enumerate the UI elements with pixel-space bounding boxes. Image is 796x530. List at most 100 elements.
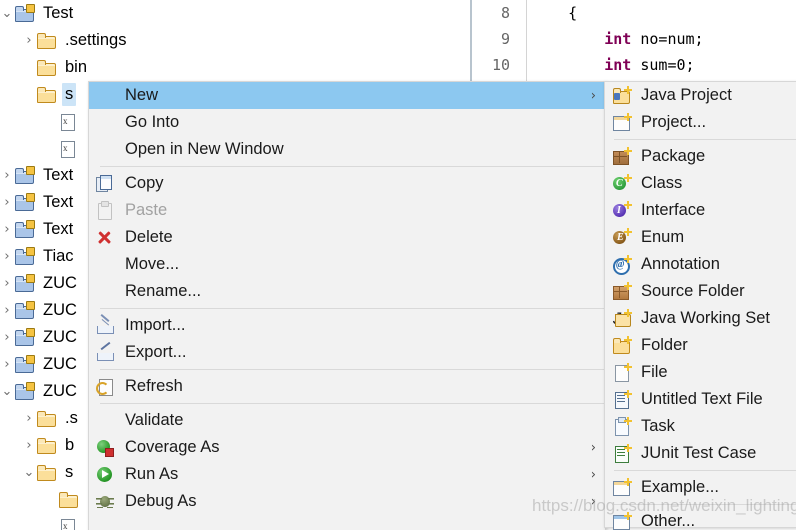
menu-item-label: Example... <box>637 478 719 497</box>
menu-item-java-working-set[interactable]: J Java Working Set <box>605 305 796 332</box>
menu-item-icon-slot <box>607 282 637 302</box>
menu-item-icon-slot <box>91 411 121 431</box>
paste-icon <box>96 202 114 219</box>
menu-item-class[interactable]: CClass <box>605 170 796 197</box>
chevron-right-icon[interactable]: › <box>0 223 14 236</box>
chevron-right-icon[interactable]: › <box>0 304 14 317</box>
refresh-icon <box>96 378 114 395</box>
chevron-right-icon[interactable]: › <box>0 169 14 182</box>
menu-item-task[interactable]: Task <box>605 413 796 440</box>
new-submenu[interactable]: Java Project Project... PackageCClassIInte… <box>604 81 796 528</box>
menu-item-copy[interactable]: Copy <box>89 170 605 197</box>
menu-item-label: Java Working Set <box>637 309 770 328</box>
menu-item-rename[interactable]: Rename... <box>89 278 605 305</box>
menu-item-delete[interactable]: Delete <box>89 224 605 251</box>
chevron-right-icon[interactable]: › <box>0 277 14 290</box>
twisty-spacer <box>44 142 58 155</box>
menu-item-validate[interactable]: Validate <box>89 407 605 434</box>
tree-item-settings[interactable]: ›.settings <box>22 27 470 54</box>
menu-item-java-project[interactable]: Java Project <box>605 82 796 109</box>
menu-item-untitled-text-file[interactable]: Untitled Text File <box>605 386 796 413</box>
menu-item-refresh[interactable]: Refresh <box>89 373 605 400</box>
new-untitled-text-file-icon <box>613 391 631 408</box>
submenu-arrow-icon: › <box>591 440 596 455</box>
menu-item-label: Validate <box>121 411 183 430</box>
chevron-down-icon[interactable]: ⌄ <box>0 385 14 398</box>
twisty-spacer <box>44 493 58 506</box>
folder-icon <box>58 491 80 509</box>
menu-item-folder[interactable]: Folder <box>605 332 796 359</box>
menu-item-coverage-as[interactable]: Coverage As› <box>89 434 605 461</box>
menu-item-icon-slot <box>607 336 637 356</box>
project-folder-icon <box>14 329 36 347</box>
project-explorer-context-menu[interactable]: New›Go IntoOpen in New WindowCopyPasteDe… <box>88 81 606 530</box>
chevron-right-icon[interactable]: › <box>0 196 14 209</box>
new-task-icon <box>613 418 631 435</box>
chevron-right-icon[interactable]: › <box>0 358 14 371</box>
menu-item-package[interactable]: Package <box>605 143 796 170</box>
folder-icon <box>36 437 58 455</box>
menu-item-icon-slot <box>91 465 121 485</box>
menu-item-open-in-new-window[interactable]: Open in New Window <box>89 136 605 163</box>
menu-item-icon-slot <box>607 363 637 383</box>
menu-item-file[interactable]: File <box>605 359 796 386</box>
project-folder-icon <box>14 194 36 212</box>
menu-item-debug-as[interactable]: Debug As› <box>89 488 605 515</box>
menu-item-label: New <box>121 86 158 105</box>
menu-item-icon-slot <box>91 377 121 397</box>
menu-item-run-as[interactable]: Run As› <box>89 461 605 488</box>
chevron-down-icon[interactable]: ⌄ <box>0 7 14 20</box>
menu-item-icon-slot: I <box>607 201 637 221</box>
menu-item-label: Java Project <box>637 86 732 105</box>
menu-item-label: Class <box>637 174 682 193</box>
eclipse-ide-screenshot: 8 {9 int no=num;10 int sum=0;11 while(no… <box>0 0 796 530</box>
menu-item-icon-slot <box>91 140 121 160</box>
menu-item-label: Enum <box>637 228 684 247</box>
menu-item-new[interactable]: New› <box>89 82 605 109</box>
editor-line: 8 { <box>470 0 796 26</box>
run-icon <box>96 466 114 483</box>
submenu-arrow-icon: › <box>591 467 596 482</box>
menu-item-annotation[interactable]: @Annotation <box>605 251 796 278</box>
chevron-down-icon[interactable]: ⌄ <box>22 466 36 479</box>
project-folder-icon <box>14 5 36 23</box>
folder-icon <box>36 86 58 104</box>
tree-item-label: Text <box>40 164 76 187</box>
editor-line-number: 9 <box>470 30 518 48</box>
menu-item-enum[interactable]: E Enum <box>605 224 796 251</box>
folder-icon <box>36 32 58 50</box>
chevron-right-icon[interactable]: › <box>22 412 36 425</box>
menu-item-label: Refresh <box>121 377 183 396</box>
chevron-right-icon[interactable]: › <box>22 439 36 452</box>
menu-item-go-into[interactable]: Go Into <box>89 109 605 136</box>
menu-item-export[interactable]: Export... <box>89 339 605 366</box>
menu-item-import[interactable]: Import... <box>89 312 605 339</box>
chevron-right-icon[interactable]: › <box>0 250 14 263</box>
menu-item-label: Source Folder <box>637 282 745 301</box>
tree-item-test[interactable]: ⌄Test <box>0 0 470 27</box>
tree-item-label: Text <box>40 218 76 241</box>
menu-item-interface[interactable]: IInterface <box>605 197 796 224</box>
menu-item-example[interactable]: Example... <box>605 474 796 501</box>
editor-line: 10 int sum=0; <box>470 52 796 78</box>
menu-item-label: Folder <box>637 336 688 355</box>
project-folder-icon <box>14 302 36 320</box>
menu-item-icon-slot <box>91 343 121 363</box>
chevron-right-icon[interactable]: › <box>0 331 14 344</box>
folder-icon <box>36 464 58 482</box>
editor-code-text: int sum=0; <box>518 56 695 74</box>
export-icon <box>96 344 114 361</box>
menu-item-source-folder[interactable]: Source Folder <box>605 278 796 305</box>
menu-item-junit-test-case[interactable]: JUnit Test Case <box>605 440 796 467</box>
new-enum-icon: E <box>613 229 631 246</box>
tree-item-bin[interactable]: bin <box>22 54 470 81</box>
menu-item-move[interactable]: Move... <box>89 251 605 278</box>
menu-item-project[interactable]: Project... <box>605 109 796 136</box>
menu-item-label: Copy <box>121 174 164 193</box>
menu-item-other[interactable]: Other... <box>605 508 796 530</box>
menu-item-icon-slot: @ <box>607 255 637 275</box>
chevron-right-icon[interactable]: › <box>22 34 36 47</box>
new-java-working-set-icon: J <box>613 310 631 327</box>
coverage-icon <box>96 439 114 456</box>
menu-item-icon-slot <box>607 147 637 167</box>
